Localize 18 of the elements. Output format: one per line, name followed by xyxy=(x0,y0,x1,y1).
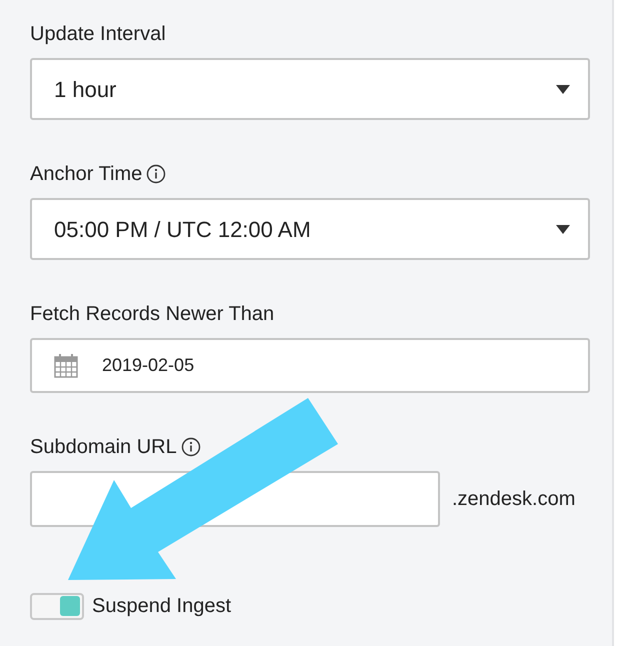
field-label: Update Interval xyxy=(30,22,166,47)
dropdown[interactable]: 1 hour xyxy=(30,58,590,120)
toggle-switch[interactable] xyxy=(30,592,84,620)
date-value: 2019-02-05 xyxy=(102,354,194,377)
dropdown-value: 1 hour xyxy=(54,76,116,104)
field-label: Subdomain URL xyxy=(30,435,177,460)
dropdown-value: 05:00 PM / UTC 12:00 AM xyxy=(54,216,311,244)
field-label: Anchor Time xyxy=(30,162,142,187)
date-field[interactable]: 2019-02-05 xyxy=(30,338,590,393)
info-icon[interactable] xyxy=(180,437,201,457)
calendar-icon xyxy=(54,354,78,378)
caret-icon xyxy=(556,224,570,234)
caret-icon xyxy=(556,84,570,94)
toggle-label: Suspend Ingest xyxy=(92,594,231,619)
dropdown[interactable]: 05:00 PM / UTC 12:00 AM xyxy=(30,198,590,260)
field-label: Fetch Records Newer Than xyxy=(30,302,274,327)
domain-suffix: .zendesk.com xyxy=(452,487,576,512)
info-icon[interactable] xyxy=(146,164,166,184)
